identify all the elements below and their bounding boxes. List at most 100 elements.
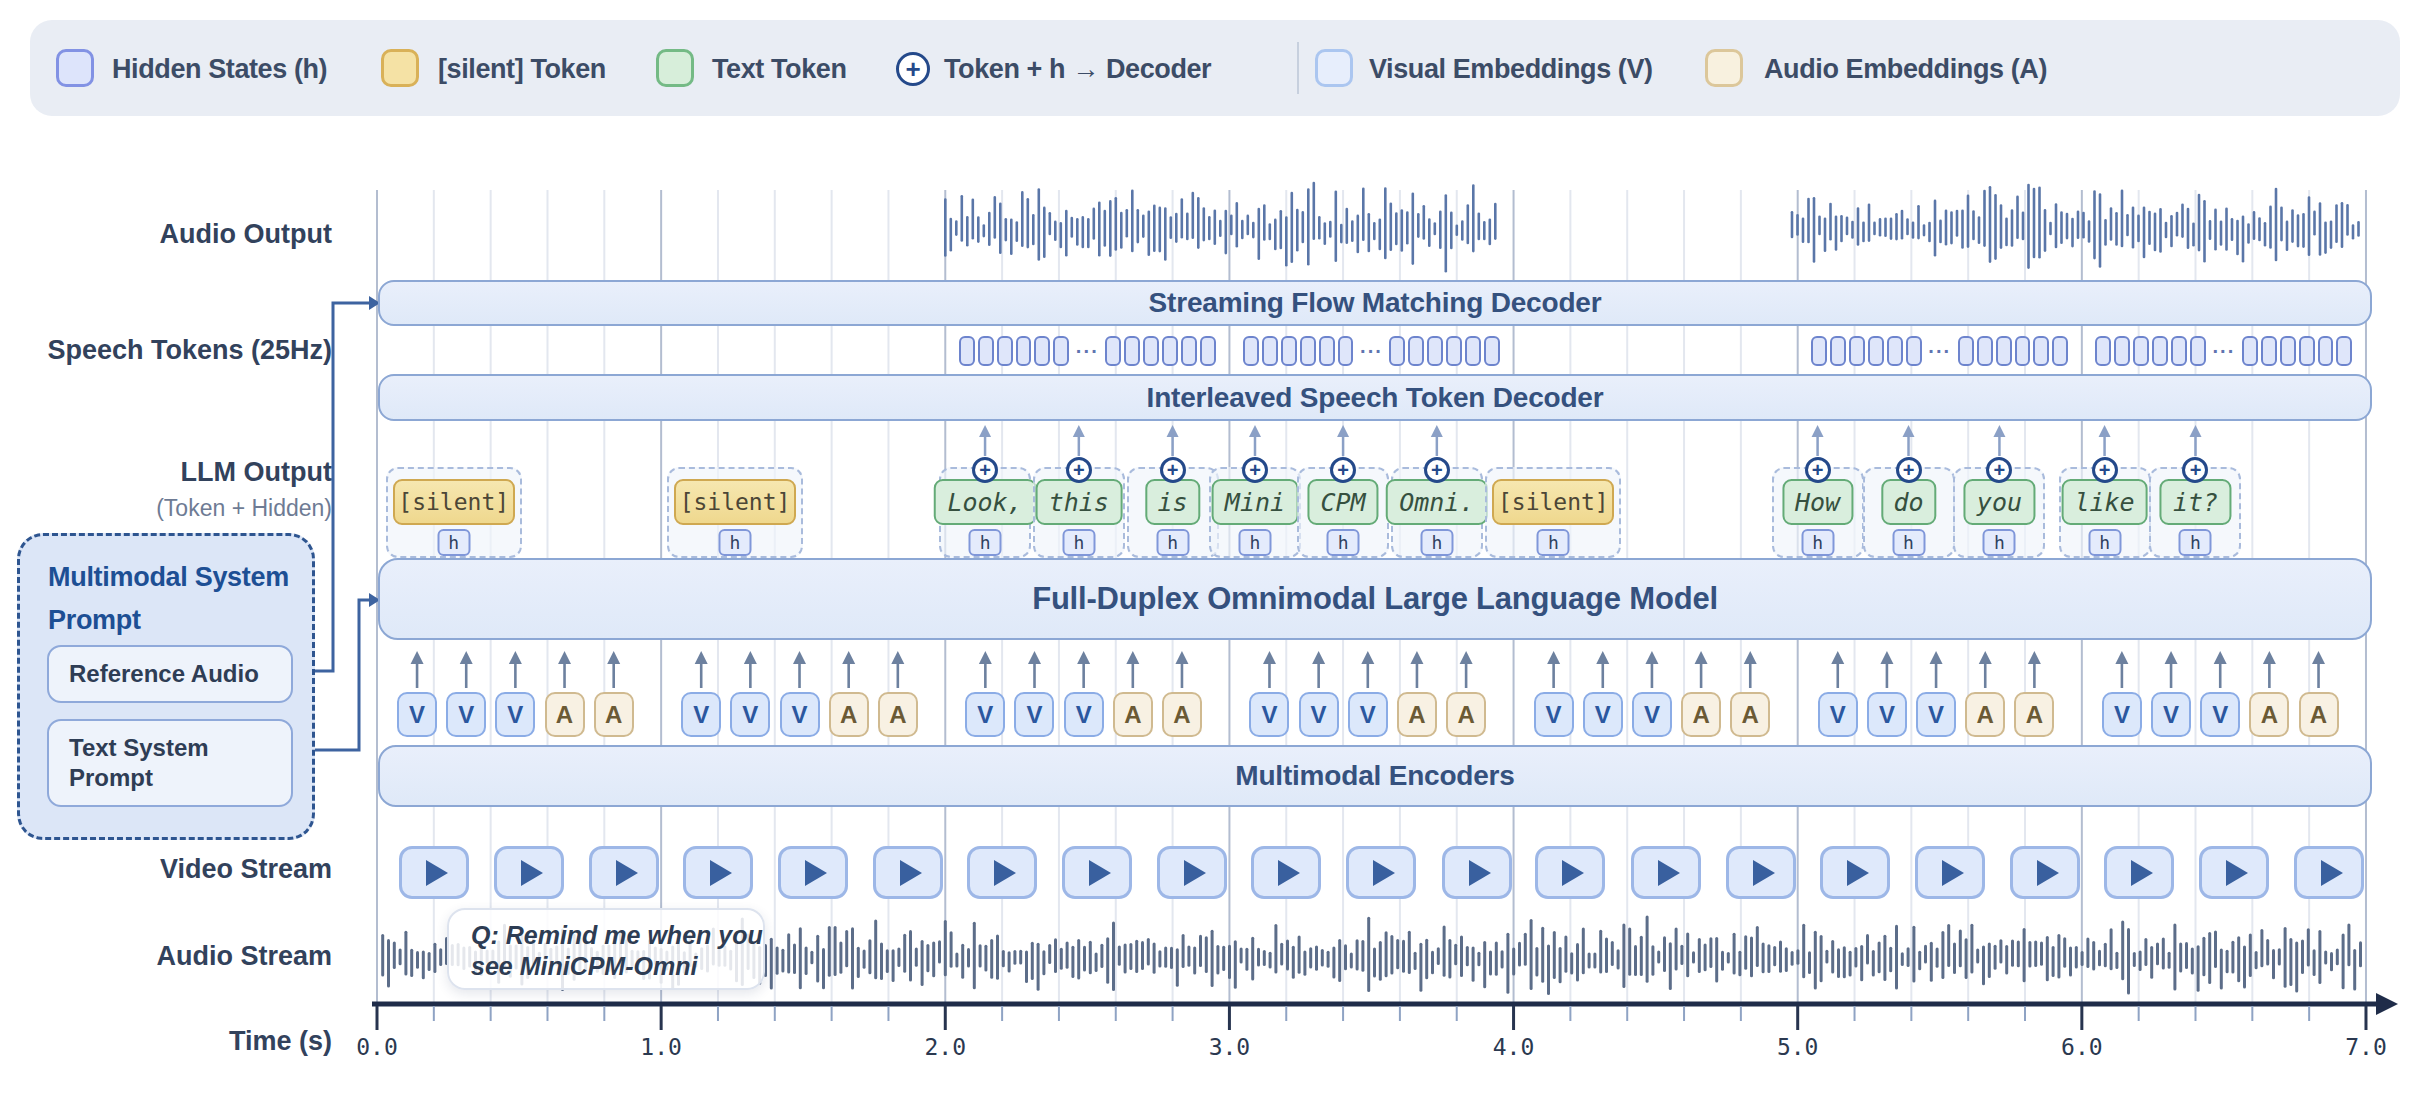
speech-token [2133,336,2149,366]
video-frame-button [2199,846,2269,899]
legend-label-text-token: Text Token [712,53,847,85]
token-label: [silent] [393,479,515,525]
token-label: is [1145,479,1200,525]
token-label: Look, [934,479,1037,525]
token-plus-decoder-icon: + [1896,457,1922,483]
speech-token [1427,336,1443,366]
hidden-state-box: h [969,529,1002,556]
speech-token [1906,336,1922,366]
speech-token [2190,336,2206,366]
play-icon [1562,860,1584,886]
play-icon [805,860,827,886]
speech-token-ellipsis: ··· [1360,336,1383,366]
visual-embedding-box: V [1299,692,1339,737]
play-icon [1373,860,1395,886]
speech-token [1181,336,1197,366]
diagram: Hidden States (h) [silent] Token Text To… [0,0,2430,1114]
token-plus-decoder-icon: + [1424,457,1450,483]
hidden-state-box: h [719,529,752,556]
play-icon [900,860,922,886]
speech-token [2336,336,2352,366]
speech-token [2242,336,2258,366]
bar-multimodal-encoders: Multimodal Encoders [378,745,2372,807]
play-icon [2131,860,2153,886]
question-bubble-line1: Q: Remind me when you [471,920,763,951]
speech-token [1484,336,1500,366]
visual-embedding-box: V [1818,692,1858,737]
play-icon [1658,860,1680,886]
speech-token [2152,336,2168,366]
speech-token [1811,336,1827,366]
hidden-state-box: h [1892,529,1925,556]
audio-embedding-box: A [1730,692,1770,737]
video-frame-button [2104,846,2174,899]
speech-token [959,336,975,366]
hidden-state-box: h [1238,529,1271,556]
multimodal-system-prompt-box: Multimodal System Prompt Reference Audio… [17,533,315,840]
visual-embedding-box: V [1583,692,1623,737]
hidden-state-box: h [437,529,470,556]
hidden-state-box: h [1062,529,1095,556]
speech-token [1162,336,1178,366]
visual-embedding-box: V [1534,692,1574,737]
speech-token [1262,336,1278,366]
speech-token [1124,336,1140,366]
visual-embedding-box: V [780,692,820,737]
play-icon [1089,860,1111,886]
row-label-audio-stream: Audio Stream [2,939,332,973]
legend-label-audio-embeddings: Audio Embeddings (A) [1764,53,2047,85]
play-icon [1847,860,1869,886]
legend-swatch-audio-embeddings [1705,49,1743,87]
legend-label-silent-token: [silent] Token [438,53,606,85]
speech-token-group: ··· [957,336,1217,366]
visual-embedding-box: V [446,692,486,737]
speech-token-group: ··· [1241,336,1501,366]
video-frame-button [399,846,469,899]
axis-tick-label: 4.0 [1469,1034,1559,1060]
video-frame-button [2010,846,2080,899]
llm-token-silent: [silent] h [386,467,522,558]
speech-token-ellipsis: ··· [2212,336,2235,366]
speech-token [1465,336,1481,366]
multimodal-system-prompt-title: Multimodal System Prompt [48,556,314,642]
video-frame-button [967,846,1037,899]
speech-token [1053,336,1069,366]
token-label: you [1964,479,2035,525]
visual-embedding-box: V [495,692,535,737]
hidden-state-box: h [1327,529,1360,556]
axis-tick-label: 5.0 [1753,1034,1843,1060]
visual-embedding-box: V [1014,692,1054,737]
audio-embedding-box: A [2014,692,2054,737]
hidden-state-box: h [2179,529,2212,556]
play-icon [994,860,1016,886]
row-label-time: Time (s) [2,1024,332,1058]
llm-token-silent: [silent]h [1485,467,1621,558]
video-frame-button [873,846,943,899]
token-plus-decoder-icon: + [1066,457,1092,483]
reference-audio-box: Reference Audio [47,645,293,703]
token-label: [silent] [674,479,796,525]
speech-token [1243,336,1259,366]
speech-token [997,336,1013,366]
speech-token [2299,336,2315,366]
hidden-state-box: h [1537,529,1570,556]
axis-tick-label: 3.0 [1184,1034,1274,1060]
play-icon [2037,860,2059,886]
speech-token [1338,336,1354,366]
llm-token-silent: [silent] h [667,467,803,558]
speech-token [2052,336,2068,366]
speech-token [1830,336,1846,366]
speech-token [2095,336,2111,366]
legend-label-token-h-decoder: Token + h → Decoder [944,53,1211,85]
token-label: it? [2160,479,2231,525]
token-label: CPM [1308,479,1379,525]
video-frame-button [589,846,659,899]
axis-tick-label: 0.0 [332,1034,422,1060]
visual-embedding-box: V [965,692,1005,737]
visual-embedding-box: V [2151,692,2191,737]
token-plus-decoder-icon: + [1805,457,1831,483]
visual-embedding-box: V [1632,692,1672,737]
token-label: like [2061,479,2148,525]
axis-tick-label: 1.0 [616,1034,706,1060]
video-frame-button [494,846,564,899]
